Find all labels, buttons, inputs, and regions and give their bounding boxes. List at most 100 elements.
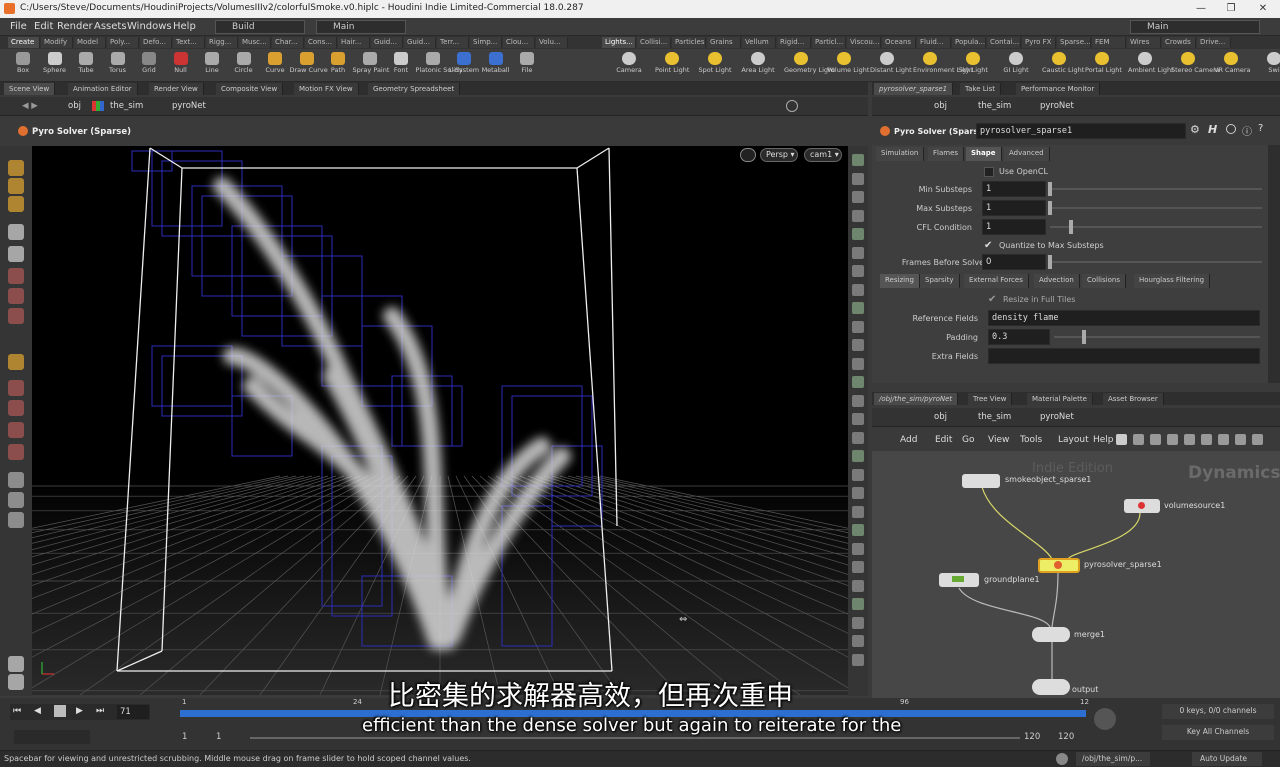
shelf-tab-right-14[interactable]: FEM [1092,37,1126,48]
lock-camera-icon[interactable] [740,148,756,162]
left-tool-icon-9[interactable] [8,380,24,396]
right-tool-icon-6[interactable] [852,265,864,277]
param-tab-flames[interactable]: Flames [928,147,965,161]
param-path-the-sim[interactable]: the_sim [978,101,1011,111]
tab-animation-editor[interactable]: Animation Editor [68,83,138,95]
network-path-the-sim[interactable]: the_sim [978,412,1011,422]
network-path-obj[interactable]: obj [934,412,947,422]
node-merge[interactable] [1032,627,1070,642]
key-icon[interactable] [1094,708,1116,730]
tool-path[interactable]: Path [321,49,355,82]
tab-performance-monitor[interactable]: Performance Monitor [1016,83,1101,95]
menu-help[interactable]: Help [173,21,196,32]
max-substeps-field[interactable]: 1 [982,200,1046,216]
tool-draw-curve[interactable]: Draw Curve [290,49,328,82]
extra-fields-field[interactable] [988,348,1260,364]
param-path-pyronet[interactable]: pyroNet [1040,101,1074,111]
current-frame-field[interactable]: 71 [116,704,150,720]
right-tool-icon-4[interactable] [852,228,864,240]
right-tool-icon-24[interactable] [852,598,864,610]
network-tool-icon-8[interactable] [1252,434,1263,445]
network-tool-icon-3[interactable] [1167,434,1178,445]
close-icon[interactable]: ✕ [1248,0,1278,18]
node-output[interactable] [1032,679,1070,695]
tool-font[interactable]: Font [384,49,418,82]
right-tool-icon-12[interactable] [852,376,864,388]
tab-composite-view[interactable]: Composite View [216,83,284,95]
shelf-tab-1[interactable]: Modify [41,37,73,48]
subtab-resizing[interactable]: Resizing [880,274,920,288]
path-the-sim[interactable]: the_sim [110,101,143,111]
network-menu-tools[interactable]: Tools [1020,435,1042,445]
menu-assets[interactable]: Assets [94,21,127,32]
tool-environment-light[interactable]: Environment Light [913,49,973,82]
right-tool-icon-20[interactable] [852,524,864,536]
tool-box[interactable]: Box [6,49,40,82]
subtab-collisions[interactable]: Collisions [1082,274,1126,288]
shelf-tab-right-3[interactable]: Grains [707,37,741,48]
max-substeps-knob[interactable] [1048,201,1052,215]
left-tool-icon-13[interactable] [8,472,24,488]
tool-file[interactable]: File [510,49,544,82]
shelf-tab-right-4[interactable]: Vellum [742,37,776,48]
padding-field[interactable]: 0.3 [988,329,1050,345]
right-tool-icon-25[interactable] [852,616,864,629]
play-icon[interactable]: ▶ [76,706,83,716]
desktop-build-dropdown[interactable]: Build [215,20,305,34]
frames-before-slider[interactable] [1050,261,1262,263]
tool-caustic-light[interactable]: Caustic Light [1042,49,1084,82]
tab-tree-view[interactable]: Tree View [968,393,1013,405]
network-path-pyronet[interactable]: pyroNet [1040,412,1074,422]
left-tool-icon-12[interactable] [8,444,24,460]
tool-swi[interactable]: Swi [1257,49,1280,82]
node-smokeobject[interactable] [962,474,1000,488]
menu-windows[interactable]: Windows [127,21,172,32]
tool-curve[interactable]: Curve [258,49,292,82]
tool-line[interactable]: Line [195,49,229,82]
right-tool-icon-19[interactable] [852,505,864,518]
subtab-external-forces[interactable]: External Forces [964,274,1029,288]
left-tool-icon-17[interactable] [8,674,24,690]
left-tool-icon-2[interactable] [8,196,24,212]
shelf-tab-5[interactable]: Text... [173,37,205,48]
right-tool-icon-26[interactable] [852,635,864,647]
shelf-tab-right-12[interactable]: Pyro FX [1022,37,1056,48]
shelf-tab-right-17[interactable]: Drive... [1197,37,1231,48]
tool-sky-light[interactable]: Sky Light [956,49,990,82]
left-tool-icon-8[interactable] [8,354,24,370]
shelf-tab-16[interactable]: Volu... [536,37,568,48]
padding-knob[interactable] [1082,330,1086,344]
right-tool-icon-21[interactable] [852,542,864,555]
shelf-tab-7[interactable]: Musc... [239,37,271,48]
tool-platonic-solids[interactable]: Platonic Solids [416,49,463,82]
network-menu-edit[interactable]: Edit [935,435,952,445]
right-tool-icon-0[interactable] [852,154,864,166]
tool-spot-light[interactable]: Spot Light [698,49,732,82]
tab-render-view[interactable]: Render View [149,83,204,95]
network-editor[interactable]: Indie Edition Dynamics smokeobject_spars… [872,451,1280,698]
left-tool-icon-15[interactable] [8,512,24,528]
shelf-tab-8[interactable]: Char... [272,37,304,48]
pin-icon[interactable] [786,100,798,112]
node-name-field[interactable]: pyrosolver_sparse1 [976,123,1186,139]
tab-motion-fx-view[interactable]: Motion FX View [294,83,359,95]
tab-scene-view[interactable]: Scene View [4,83,56,95]
desktop-main-right-dropdown[interactable]: Main [1130,20,1260,34]
network-menu-help[interactable]: Help [1093,435,1114,445]
max-substeps-slider[interactable] [1050,207,1262,209]
shelf-tab-right-2[interactable]: Particles [672,37,706,48]
shelf-tab-right-11[interactable]: Contai... [987,37,1021,48]
shelf-tab-9[interactable]: Cons... [305,37,337,48]
shelf-tab-right-10[interactable]: Popula... [952,37,986,48]
realtime-controls[interactable] [14,730,90,744]
frames-before-knob[interactable] [1048,255,1052,269]
first-frame-icon[interactable]: ⏮ [13,706,21,716]
param-tab-simulation[interactable]: Simulation [876,147,925,161]
network-tool-icon-6[interactable] [1218,434,1229,445]
shelf-tab-right-6[interactable]: Particl... [812,37,846,48]
left-tool-icon-5[interactable] [8,268,24,284]
tool-null[interactable]: Null [164,49,198,82]
tool-ambient-light[interactable]: Ambient Light [1128,49,1174,82]
network-tool-icon-7[interactable] [1235,434,1246,445]
step-back-icon[interactable]: ◀ [34,706,41,716]
